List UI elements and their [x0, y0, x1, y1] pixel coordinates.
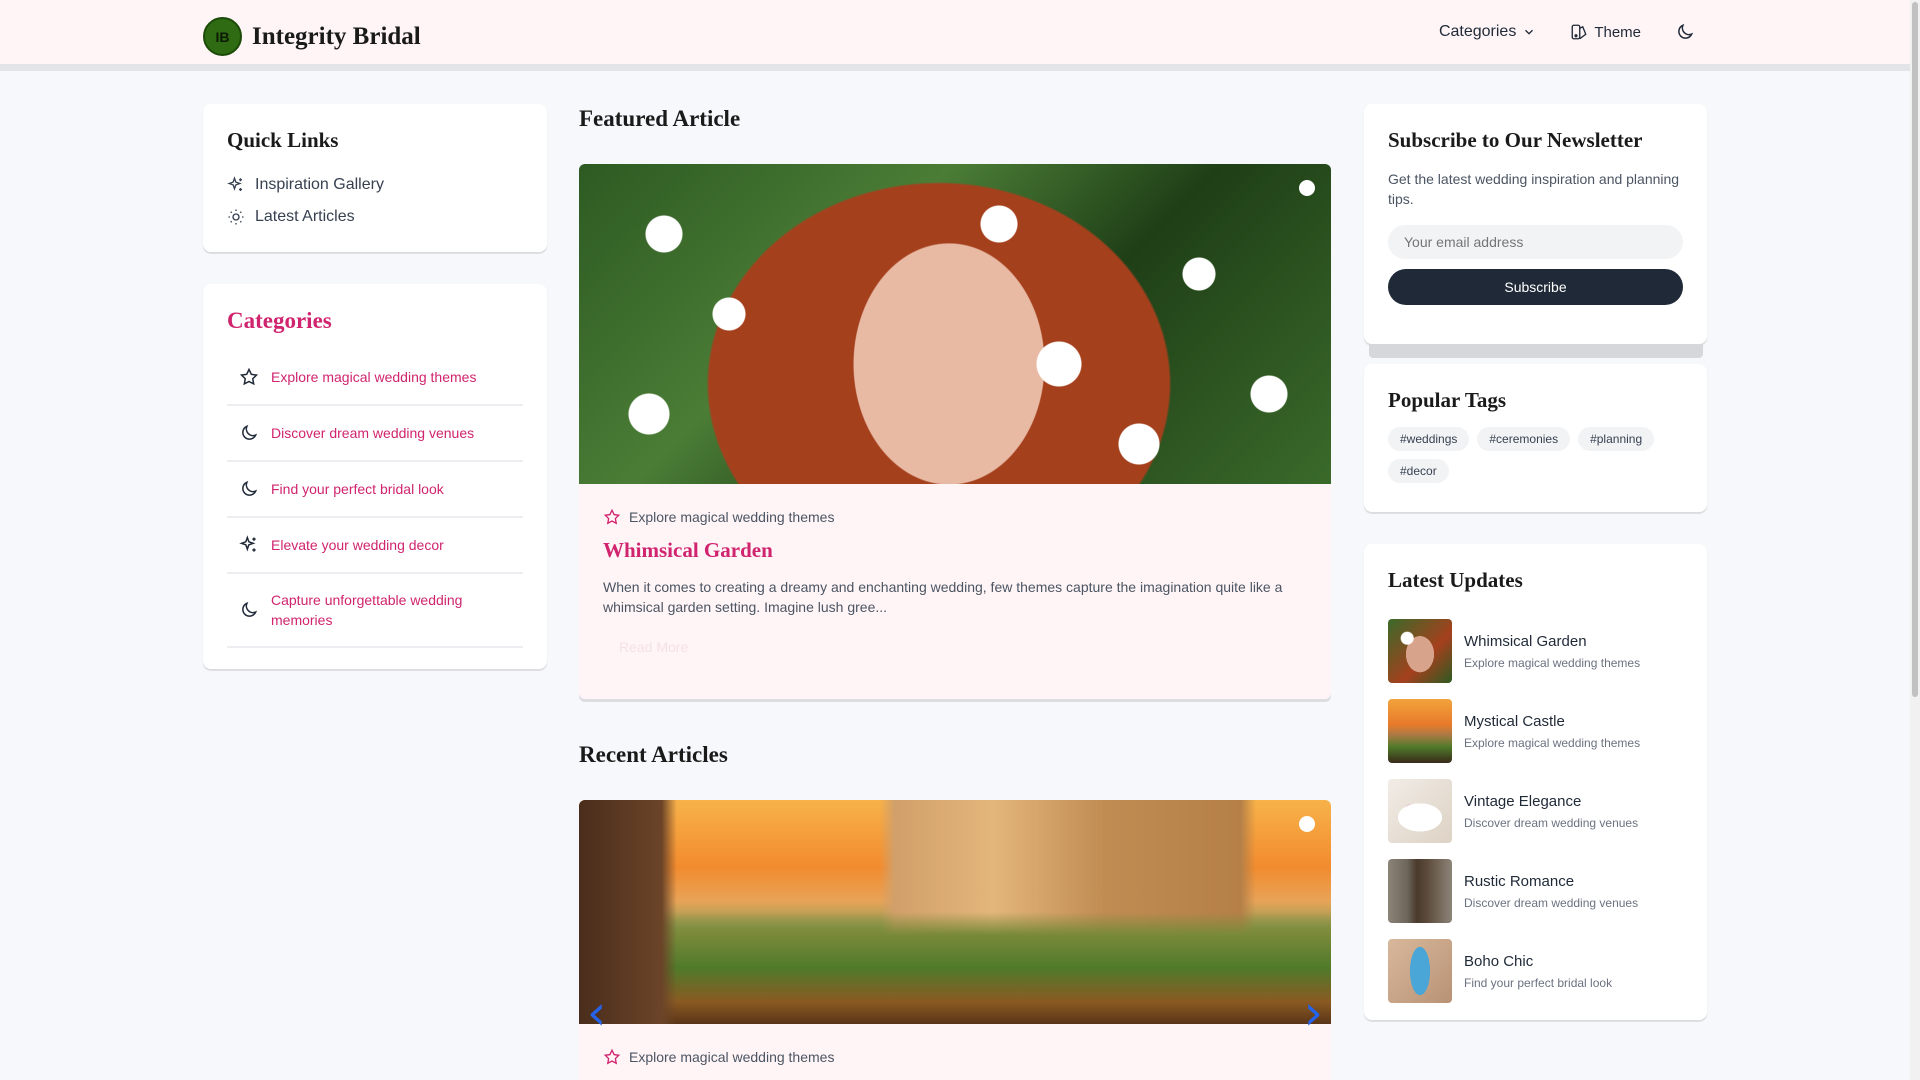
- quick-links-title: Quick Links: [227, 128, 339, 152]
- category-item[interactable]: Explore magical wedding themes: [227, 350, 523, 406]
- update-title: Vintage Elegance: [1464, 792, 1582, 810]
- update-item[interactable]: Rustic Romance Discover dream wedding ve…: [1388, 851, 1683, 931]
- subscribe-button[interactable]: Subscribe: [1388, 269, 1683, 305]
- main-nav: Categories Theme: [1439, 22, 1695, 42]
- categories-card: Categories Explore magical wedding theme…: [203, 284, 547, 669]
- popular-tags-card: Popular Tags #weddings #ceremonies #plan…: [1364, 364, 1707, 512]
- latest-updates-title: Latest Updates: [1388, 568, 1523, 592]
- update-item[interactable]: Boho Chic Find your perfect bridal look: [1388, 931, 1683, 1011]
- recent-article-image: ‹ ›: [579, 800, 1331, 1041]
- category-label: Discover dream wedding venues: [271, 425, 475, 441]
- theme-button[interactable]: Theme: [1570, 23, 1641, 41]
- tag-weddings[interactable]: #weddings: [1388, 427, 1470, 451]
- quick-link-latest-articles[interactable]: Latest Articles: [227, 201, 523, 233]
- carousel-next-arrow[interactable]: ›: [1304, 985, 1323, 1041]
- categories-menu-button[interactable]: Categories: [1439, 23, 1536, 41]
- update-thumbnail: [1388, 619, 1452, 683]
- category-label: Find your perfect bridal look: [271, 481, 444, 497]
- update-thumbnail: [1388, 699, 1452, 763]
- latest-updates-card: Latest Updates Whimsical Garden Explore …: [1364, 544, 1707, 1020]
- category-label: Elevate your wedding decor: [271, 537, 444, 553]
- theme-label: Theme: [1594, 23, 1641, 41]
- quick-link-label: Latest Articles: [255, 208, 355, 225]
- update-item[interactable]: Vintage Elegance Discover dream wedding …: [1388, 771, 1683, 851]
- update-title: Rustic Romance: [1464, 872, 1575, 890]
- newsletter-card-footer: [1369, 344, 1703, 358]
- email-input[interactable]: [1388, 225, 1683, 259]
- sparkles-icon: [227, 176, 245, 194]
- brand-logo: IB: [203, 17, 242, 56]
- tag-decor[interactable]: #decor: [1388, 459, 1449, 483]
- brand-link[interactable]: IB Integrity Bridal: [203, 17, 421, 56]
- update-category: Discover dream wedding venues: [1464, 815, 1639, 830]
- featured-article-image: [579, 164, 1331, 484]
- sun-icon: [227, 208, 245, 226]
- tag-ceremonies[interactable]: #ceremonies: [1477, 427, 1571, 451]
- featured-article-excerpt: When it comes to creating a dreamy and e…: [603, 579, 1283, 615]
- quick-link-inspiration-gallery[interactable]: Inspiration Gallery: [227, 169, 523, 201]
- quick-link-label: Inspiration Gallery: [255, 176, 384, 193]
- moon-icon: [239, 600, 259, 620]
- update-category: Explore magical wedding themes: [1464, 655, 1641, 670]
- featured-section-title: Featured Article: [579, 106, 741, 131]
- read-more-button[interactable]: Read More: [603, 633, 705, 661]
- category-item[interactable]: Find your perfect bridal look: [227, 462, 523, 518]
- category-item[interactable]: Elevate your wedding decor: [227, 518, 523, 574]
- recent-category-label: Explore magical wedding themes: [629, 1049, 835, 1065]
- update-title: Mystical Castle: [1464, 712, 1565, 730]
- star-icon: [239, 367, 259, 387]
- update-category: Find your perfect bridal look: [1464, 975, 1613, 990]
- featured-article-title[interactable]: Whimsical Garden: [603, 538, 1307, 563]
- chevron-down-icon: [1522, 25, 1536, 39]
- update-item[interactable]: Mystical Castle Explore magical wedding …: [1388, 691, 1683, 771]
- recent-section-title: Recent Articles: [579, 742, 728, 767]
- update-title: Whimsical Garden: [1464, 632, 1587, 650]
- carousel-dot[interactable]: [1299, 816, 1315, 832]
- star-icon: [603, 1048, 621, 1066]
- category-item[interactable]: Capture unforgettable wedding memories: [227, 574, 523, 648]
- category-label: Capture unforgettable wedding memories: [271, 592, 463, 628]
- category-label: Explore magical wedding themes: [271, 369, 477, 385]
- tag-planning[interactable]: #planning: [1578, 427, 1655, 451]
- popular-tags-title: Popular Tags: [1388, 388, 1507, 412]
- moon-icon: [1675, 22, 1695, 42]
- categories-menu-label: Categories: [1438, 23, 1517, 40]
- recent-article-category: Explore magical wedding themes: [603, 1048, 1307, 1066]
- update-thumbnail: [1388, 859, 1452, 923]
- carousel-dot[interactable]: [1299, 180, 1315, 196]
- carousel-prev-arrow[interactable]: ‹: [587, 985, 606, 1041]
- brand-name: Integrity Bridal: [252, 22, 421, 50]
- scrollbar-thumb[interactable]: [1912, 2, 1918, 697]
- site-header: IB Integrity Bridal Categories Theme: [0, 0, 1910, 71]
- moon-icon: [239, 479, 259, 499]
- newsletter-card: Subscribe to Our Newsletter Get the late…: [1364, 104, 1707, 358]
- category-item[interactable]: Discover dream wedding venues: [227, 406, 523, 462]
- sparkles-icon: [239, 535, 259, 555]
- featured-article-category: Explore magical wedding themes: [603, 508, 1307, 526]
- update-category: Discover dream wedding venues: [1464, 895, 1639, 910]
- palette-icon: [1570, 23, 1588, 41]
- recent-article-card[interactable]: ‹ › Explore magical wedding themes: [579, 800, 1331, 1080]
- update-category: Explore magical wedding themes: [1464, 735, 1641, 750]
- featured-article-card[interactable]: Explore magical wedding themes Whimsical…: [579, 164, 1331, 699]
- page-scrollbar[interactable]: [1910, 0, 1920, 1080]
- dark-mode-toggle[interactable]: [1675, 22, 1695, 42]
- update-thumbnail: [1388, 939, 1452, 1003]
- newsletter-description: Get the latest wedding inspiration and p…: [1388, 171, 1680, 207]
- moon-icon: [239, 423, 259, 443]
- update-item[interactable]: Whimsical Garden Explore magical wedding…: [1388, 611, 1683, 691]
- newsletter-title: Subscribe to Our Newsletter: [1388, 128, 1643, 152]
- star-icon: [603, 508, 621, 526]
- quick-links-card: Quick Links Inspiration Gallery Latest A…: [203, 104, 547, 252]
- featured-category-label: Explore magical wedding themes: [629, 509, 835, 525]
- categories-title: Categories: [227, 308, 332, 333]
- update-thumbnail: [1388, 779, 1452, 843]
- update-title: Boho Chic: [1464, 952, 1534, 970]
